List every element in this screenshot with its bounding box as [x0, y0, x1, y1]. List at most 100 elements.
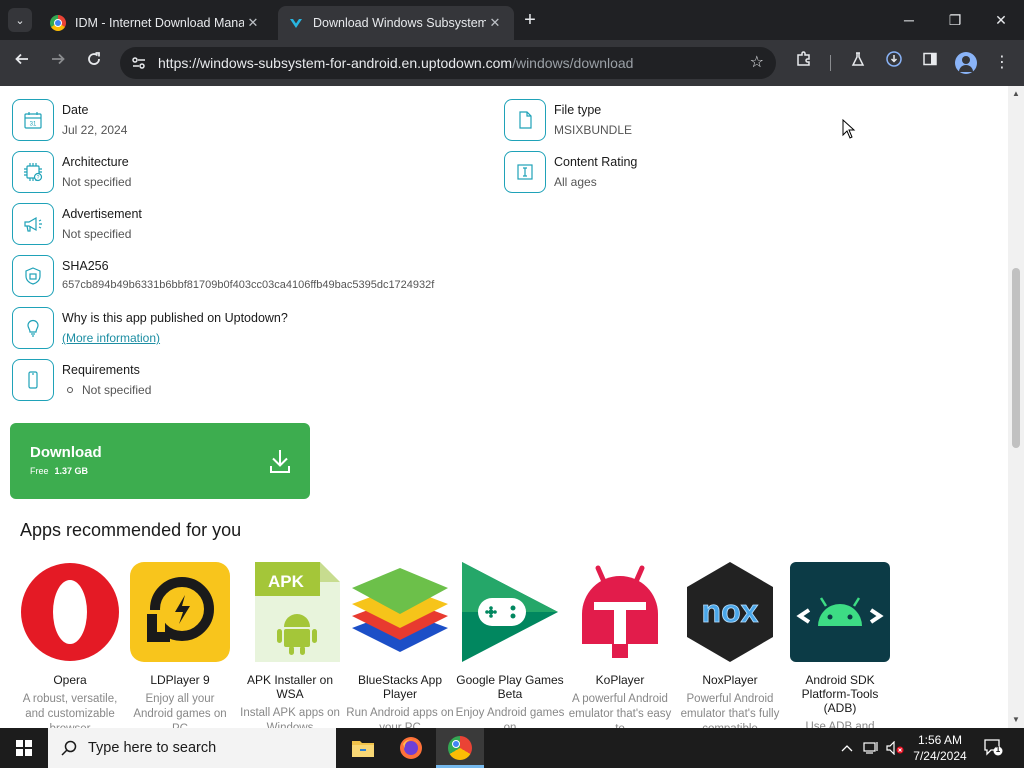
- windows-taskbar: Type here to search 1:56 AM 7/24/2024 1: [0, 728, 1024, 768]
- close-tab-icon[interactable]: ✕: [486, 15, 504, 31]
- apk-badge-text: APK: [268, 572, 305, 591]
- download-meta: Free 1.37 GB: [30, 466, 88, 476]
- system-clock[interactable]: 1:56 AM 7/24/2024: [904, 732, 976, 764]
- google-play-games-logo-icon: [460, 562, 560, 662]
- download-button[interactable]: Download Free 1.37 GB: [10, 423, 310, 499]
- detail-value: MSIXBUNDLE: [554, 123, 633, 137]
- app-description: Powerful Android emulator that's fully c…: [680, 693, 780, 728]
- recommended-heading: Apps recommended for you: [20, 520, 242, 540]
- app-card-google-play-games[interactable]: Google Play Games Beta Enjoy Android gam…: [455, 562, 565, 728]
- scroll-down-arrow-icon[interactable]: ▼: [1008, 712, 1024, 728]
- detail-why-published: Why is this app published on Uptodown? (…: [12, 307, 288, 349]
- tray-overflow-chevron-icon[interactable]: [836, 728, 858, 768]
- megaphone-icon: [12, 203, 54, 245]
- bookmark-star-icon[interactable]: ☆: [750, 52, 764, 72]
- vertical-scrollbar[interactable]: ▲ ▼: [1008, 86, 1024, 728]
- chip-icon: ?: [12, 151, 54, 193]
- close-tab-icon[interactable]: ✕: [244, 15, 262, 31]
- taskbar-search-box[interactable]: Type here to search: [48, 728, 336, 768]
- detail-content-rating: Content Rating All ages: [504, 151, 637, 193]
- scrollbar-thumb[interactable]: [1012, 268, 1020, 448]
- file-icon: [504, 99, 546, 141]
- app-name: Opera: [53, 673, 87, 687]
- taskbar-chrome[interactable]: [436, 728, 484, 768]
- start-button[interactable]: [0, 728, 48, 768]
- back-button[interactable]: [9, 50, 35, 76]
- search-placeholder: Type here to search: [88, 740, 217, 756]
- mouse-cursor-icon: [842, 119, 856, 139]
- nox-logo-text: nox: [702, 593, 759, 629]
- puzzle-icon: [797, 51, 810, 66]
- address-bar[interactable]: https://windows-subsystem-for-android.en…: [120, 47, 776, 79]
- browser-menu-button[interactable]: ⋮: [989, 50, 1015, 76]
- url-text: https://windows-subsystem-for-android.en…: [158, 55, 633, 71]
- app-name: BlueStacks App Player: [357, 673, 443, 701]
- detail-value: Not specified: [62, 383, 151, 397]
- idm-extension-button[interactable]: [881, 50, 907, 76]
- app-name: Google Play Games Beta: [456, 673, 564, 701]
- tab-title: Download Windows Subsystem for Android: [313, 16, 486, 30]
- detail-value: All ages: [554, 175, 597, 189]
- forward-button[interactable]: [45, 50, 71, 76]
- detail-sha256: SHA256 657cb894b49b6331b6bbf81709b0f403c…: [12, 255, 434, 297]
- arrow-left-icon: [15, 53, 28, 65]
- minimize-button[interactable]: ─: [894, 8, 924, 32]
- app-card-noxplayer[interactable]: nox NoxPlayer Powerful Android emulator …: [675, 562, 785, 728]
- labs-button[interactable]: [845, 50, 871, 76]
- new-tab-button[interactable]: +: [518, 9, 542, 33]
- scroll-up-arrow-icon[interactable]: ▲: [1008, 86, 1024, 102]
- flask-icon: [851, 52, 865, 66]
- app-description: A powerful Android emulator that's easy …: [568, 693, 672, 728]
- notification-count: 1: [995, 745, 1001, 754]
- app-card-ldplayer[interactable]: LDPlayer 9 Enjoy all your Android games …: [125, 562, 235, 728]
- windows-logo-icon: [16, 740, 32, 756]
- app-card-opera[interactable]: Opera A robust, versatile, and customiza…: [15, 562, 125, 728]
- detail-label: Why is this app published on Uptodown?: [62, 311, 288, 325]
- reload-button[interactable]: [81, 50, 107, 76]
- chrome-icon: [448, 736, 472, 760]
- app-card-bluestacks[interactable]: BlueStacks App Player Run Android apps o…: [345, 562, 455, 728]
- app-card-android-sdk[interactable]: Android SDK Platform-Tools (ADB) Use ADB…: [785, 562, 895, 728]
- close-window-button[interactable]: ✕: [986, 8, 1016, 32]
- profile-avatar-icon[interactable]: [955, 52, 977, 74]
- chrome-favicon-icon: [50, 15, 66, 31]
- url-path: /windows/download: [512, 55, 634, 71]
- restore-button[interactable]: ❐: [940, 8, 970, 32]
- volume-muted-icon[interactable]: [884, 728, 906, 768]
- app-description: Enjoy Android games on: [455, 707, 565, 728]
- browser-toolbar: https://windows-subsystem-for-android.en…: [0, 40, 1024, 86]
- clock-date: 7/24/2024: [913, 749, 967, 763]
- app-name: LDPlayer 9: [150, 673, 210, 687]
- kebab-menu-icon: ⋮: [994, 54, 1010, 71]
- idm-extension-icon: [886, 51, 902, 67]
- more-information-link[interactable]: (More information): [62, 331, 288, 345]
- site-settings-icon[interactable]: [130, 54, 148, 72]
- calendar-icon: 31: [12, 99, 54, 141]
- taskbar-firefox[interactable]: [387, 728, 435, 768]
- firefox-icon: [400, 737, 422, 759]
- app-card-koplayer[interactable]: KoPlayer A powerful Android emulator tha…: [565, 562, 675, 728]
- shield-icon: [12, 255, 54, 297]
- app-name: Android SDK Platform-Tools (ADB): [801, 673, 879, 715]
- taskbar-file-explorer[interactable]: [339, 728, 387, 768]
- svg-text:?: ?: [37, 175, 40, 181]
- search-icon: [61, 740, 77, 756]
- notification-center-button[interactable]: 1: [983, 738, 1003, 756]
- uptodown-favicon-icon: [288, 15, 304, 31]
- app-card-apk-installer[interactable]: APK APK Installer on WSA Install APK app…: [235, 562, 345, 728]
- noxplayer-logo-icon: nox: [680, 562, 780, 662]
- tab-uptodown[interactable]: Download Windows Subsystem for Android ✕: [278, 6, 514, 40]
- network-icon[interactable]: [860, 728, 882, 768]
- tab-idm[interactable]: IDM - Internet Download Manager ✕: [40, 6, 272, 40]
- app-description: Install APK apps on Windows: [240, 707, 340, 728]
- detail-label: Date: [62, 103, 89, 117]
- detail-label: Content Rating: [554, 155, 638, 169]
- page-content: 31 Date Jul 22, 2024 ? Architecture Not …: [0, 86, 1008, 728]
- detail-value: 657cb894b49b6331b6bbf81709b0f403cc03ca41…: [62, 279, 435, 291]
- tab-strip: ⌄ IDM - Internet Download Manager ✕ Down…: [0, 0, 1024, 40]
- detail-label: File type: [554, 103, 602, 117]
- tab-search-button[interactable]: ⌄: [8, 8, 32, 32]
- extensions-button[interactable]: [791, 50, 817, 76]
- app-name: KoPlayer: [595, 673, 645, 687]
- side-panel-button[interactable]: [917, 50, 943, 76]
